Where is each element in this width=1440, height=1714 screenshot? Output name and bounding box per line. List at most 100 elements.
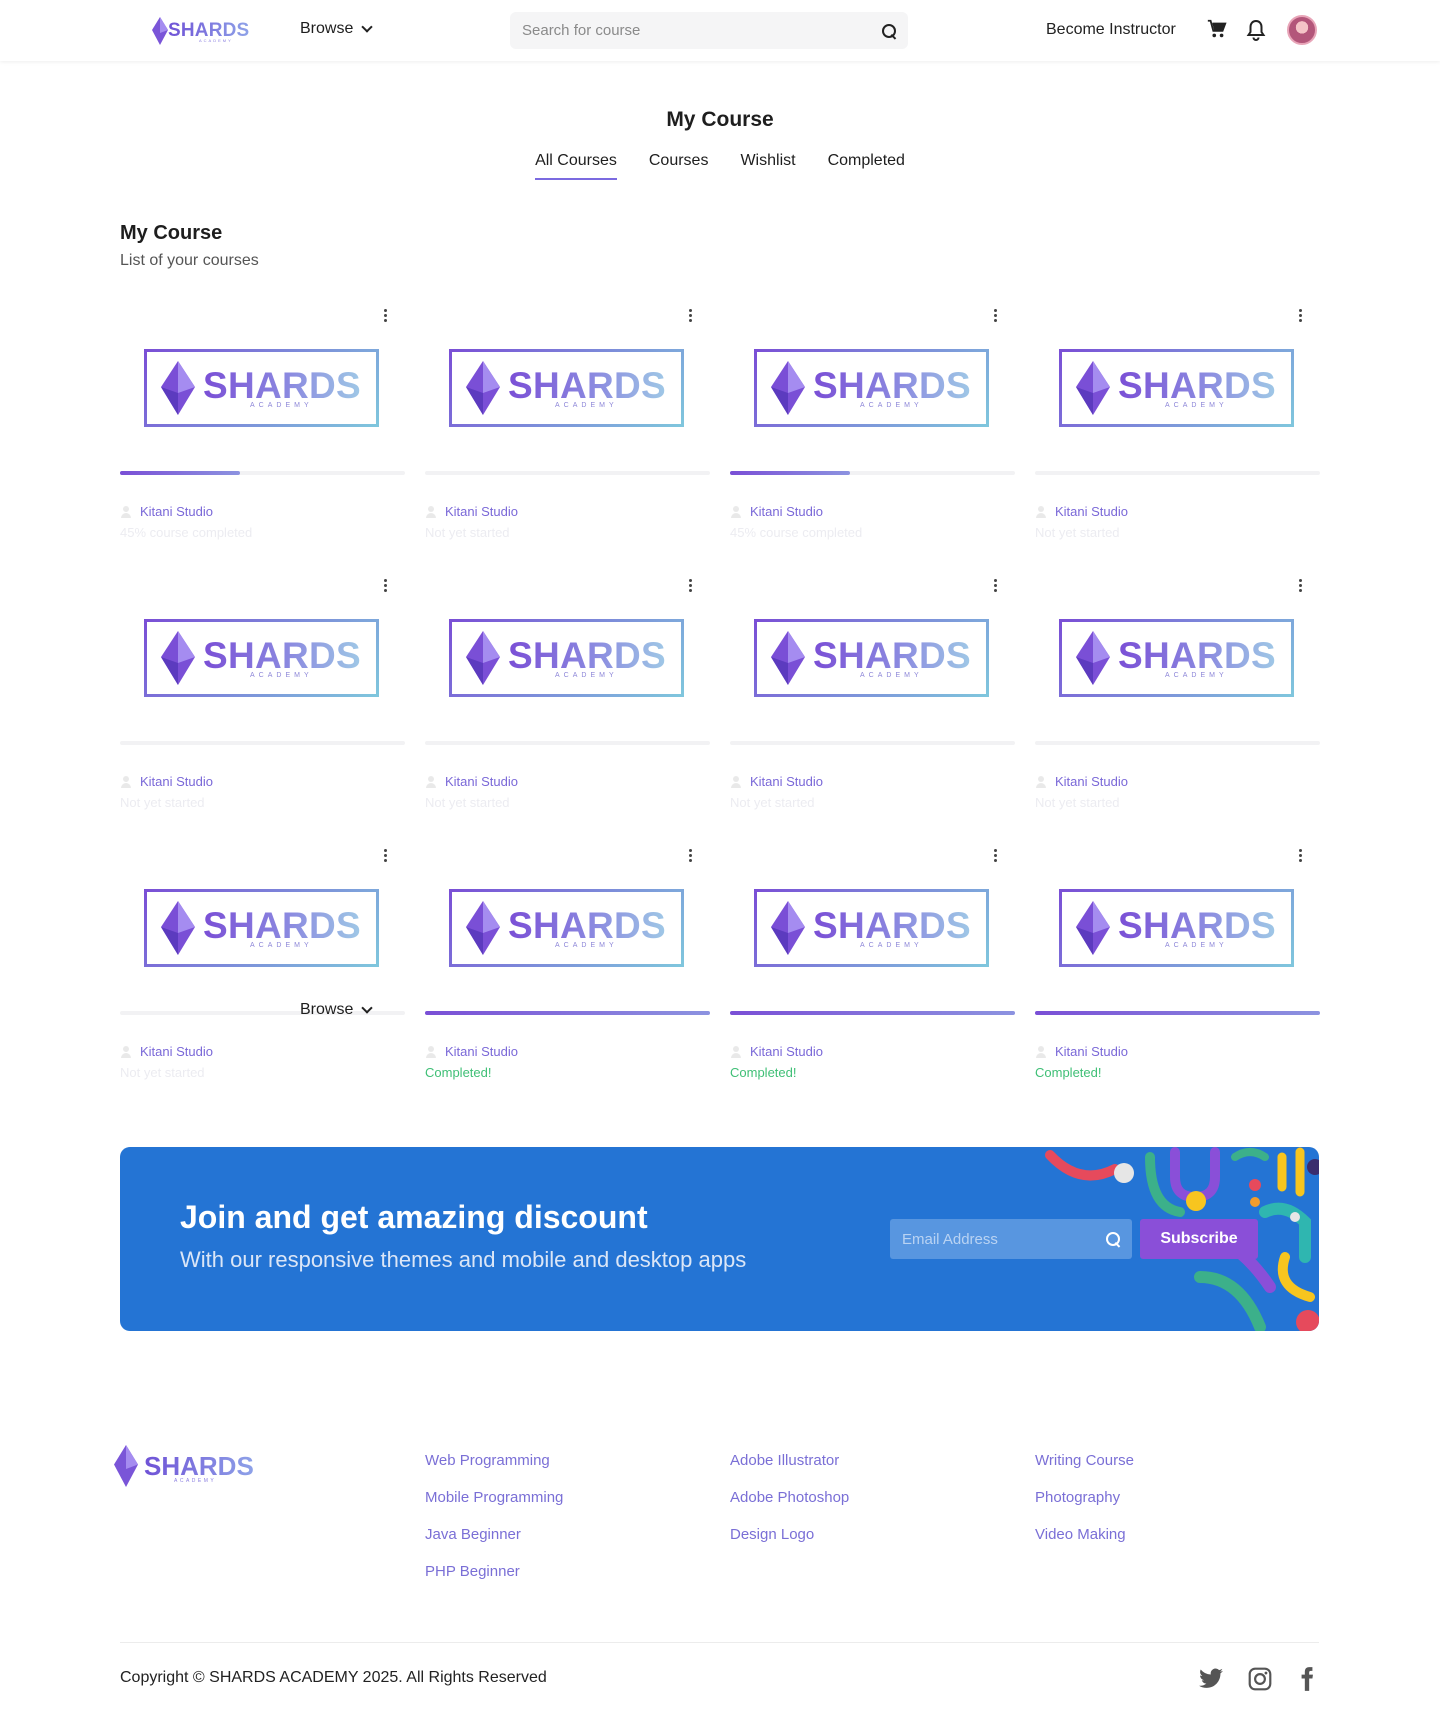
course-author[interactable]: Kitani Studio xyxy=(730,504,823,519)
become-instructor-link[interactable]: Become Instructor xyxy=(1046,21,1176,39)
user-avatar[interactable] xyxy=(1287,15,1317,45)
footer-link[interactable]: Video Making xyxy=(1035,1526,1134,1543)
course-thumbnail[interactable]: SHARDS ACADEMY xyxy=(730,869,1015,1001)
course-author[interactable]: Kitani Studio xyxy=(425,504,518,519)
tab-courses[interactable]: Courses xyxy=(649,152,709,180)
more-options-icon[interactable] xyxy=(688,579,692,593)
course-author[interactable]: Kitani Studio xyxy=(1035,504,1128,519)
instagram-icon[interactable] xyxy=(1247,1666,1273,1692)
more-options-icon[interactable] xyxy=(383,849,387,863)
section-subtitle: List of your courses xyxy=(120,252,259,269)
course-card[interactable]: SHARDS ACADEMY Kitani Studio Not yet sta… xyxy=(1035,579,1320,810)
more-options-icon[interactable] xyxy=(383,309,387,323)
course-thumbnail[interactable]: SHARDS ACADEMY xyxy=(1035,869,1320,1001)
course-status: Not yet started xyxy=(730,795,815,810)
course-author[interactable]: Kitani Studio xyxy=(425,774,518,789)
gem-logo-icon xyxy=(466,631,500,685)
course-thumbnail[interactable]: SHARDS ACADEMY xyxy=(120,869,405,1001)
course-author[interactable]: Kitani Studio xyxy=(1035,1044,1128,1059)
course-thumbnail[interactable]: SHARDS ACADEMY xyxy=(1035,599,1320,731)
course-card[interactable]: SHARDS ACADEMY Kitani Studio Not yet sta… xyxy=(730,579,1015,810)
course-brand-text: SHARDS xyxy=(1118,364,1277,406)
banner-title: Join and get amazing discount xyxy=(180,1199,648,1235)
site-logo[interactable]: SHARDS ACADEMY xyxy=(152,16,249,46)
course-brand-text: SHARDS xyxy=(813,364,972,406)
course-brand-subtext: ACADEMY xyxy=(860,942,923,949)
course-author[interactable]: Kitani Studio xyxy=(1035,774,1128,789)
course-thumbnail[interactable]: SHARDS ACADEMY xyxy=(1035,329,1320,461)
course-author[interactable]: Kitani Studio xyxy=(425,1044,518,1059)
logo-subtext: ACADEMY xyxy=(174,1478,217,1484)
course-card[interactable]: SHARDS ACADEMY Kitani Studio Not yet sta… xyxy=(425,579,710,810)
search-input[interactable] xyxy=(522,22,882,39)
author-name: Kitani Studio xyxy=(140,774,213,789)
footer-column-creative: Writing Course Photography Video Making xyxy=(1035,1452,1134,1563)
more-options-icon[interactable] xyxy=(993,849,997,863)
course-thumbnail[interactable]: SHARDS ACADEMY xyxy=(730,329,1015,461)
course-author[interactable]: Kitani Studio xyxy=(730,1044,823,1059)
email-field[interactable] xyxy=(902,1230,1106,1248)
course-author[interactable]: Kitani Studio xyxy=(120,774,213,789)
course-card[interactable]: SHARDS ACADEMY Kitani Studio Not yet sta… xyxy=(425,309,710,540)
gem-logo-icon xyxy=(161,361,195,415)
course-thumbnail[interactable]: SHARDS ACADEMY xyxy=(120,329,405,461)
tab-completed[interactable]: Completed xyxy=(828,152,905,180)
search-icon[interactable] xyxy=(882,23,896,38)
tab-all-courses[interactable]: All Courses xyxy=(535,152,617,180)
more-options-icon[interactable] xyxy=(993,579,997,593)
footer-link[interactable]: Writing Course xyxy=(1035,1452,1134,1469)
footer-link[interactable]: Adobe Illustrator xyxy=(730,1452,849,1469)
subscribe-button[interactable]: Subscribe xyxy=(1140,1219,1258,1259)
course-thumbnail[interactable]: SHARDS ACADEMY xyxy=(425,869,710,1001)
cart-icon[interactable] xyxy=(1206,18,1228,40)
notification-bell-icon[interactable] xyxy=(1246,19,1266,41)
more-options-icon[interactable] xyxy=(1298,579,1302,593)
footer-link[interactable]: Mobile Programming xyxy=(425,1489,563,1506)
more-options-icon[interactable] xyxy=(688,849,692,863)
more-options-icon[interactable] xyxy=(383,579,387,593)
course-card[interactable]: SHARDS ACADEMY Kitani Studio Not yet sta… xyxy=(120,849,405,1080)
footer-link[interactable]: Java Beginner xyxy=(425,1526,563,1543)
browse-dropdown[interactable]: Browse xyxy=(300,20,374,38)
more-options-icon[interactable] xyxy=(1298,849,1302,863)
course-brand-logo: SHARDS ACADEMY xyxy=(449,619,684,697)
course-author[interactable]: Kitani Studio xyxy=(120,504,213,519)
footer-link[interactable]: PHP Beginner xyxy=(425,1563,563,1580)
more-options-icon[interactable] xyxy=(1298,309,1302,323)
course-thumbnail[interactable]: SHARDS ACADEMY xyxy=(425,599,710,731)
footer-link[interactable]: Design Logo xyxy=(730,1526,849,1543)
progress-fill xyxy=(730,471,850,475)
author-name: Kitani Studio xyxy=(750,1044,823,1059)
course-card[interactable]: SHARDS ACADEMY Kitani Studio Completed! xyxy=(425,849,710,1080)
user-icon xyxy=(425,1045,437,1058)
course-card[interactable]: SHARDS ACADEMY Kitani Studio Completed! xyxy=(730,849,1015,1080)
footer-link[interactable]: Photography xyxy=(1035,1489,1134,1506)
author-name: Kitani Studio xyxy=(750,774,823,789)
more-options-icon[interactable] xyxy=(993,309,997,323)
course-thumbnail[interactable]: SHARDS ACADEMY xyxy=(120,599,405,731)
browse-dropdown-floating[interactable]: Browse xyxy=(300,1001,374,1019)
footer-link[interactable]: Web Programming xyxy=(425,1452,563,1469)
footer-divider xyxy=(120,1642,1319,1643)
footer-logo[interactable]: SHARDS ACADEMY xyxy=(114,1444,254,1488)
top-navbar: SHARDS ACADEMY Browse Become Instructor xyxy=(0,0,1440,61)
course-status: 45% course completed xyxy=(730,525,863,540)
course-author[interactable]: Kitani Studio xyxy=(730,774,823,789)
course-card[interactable]: SHARDS ACADEMY Kitani Studio Completed! xyxy=(1035,849,1320,1080)
facebook-icon[interactable] xyxy=(1294,1666,1320,1692)
course-thumbnail[interactable]: SHARDS ACADEMY xyxy=(425,329,710,461)
author-name: Kitani Studio xyxy=(445,1044,518,1059)
course-thumbnail[interactable]: SHARDS ACADEMY xyxy=(730,599,1015,731)
course-card[interactable]: SHARDS ACADEMY Kitani Studio Not yet sta… xyxy=(1035,309,1320,540)
course-author[interactable]: Kitani Studio xyxy=(120,1044,213,1059)
tab-wishlist[interactable]: Wishlist xyxy=(740,152,795,180)
course-card[interactable]: SHARDS ACADEMY Kitani Studio 45% course … xyxy=(730,309,1015,540)
progress-bar xyxy=(1035,741,1320,745)
course-brand-logo: SHARDS ACADEMY xyxy=(449,889,684,967)
more-options-icon[interactable] xyxy=(688,309,692,323)
course-card[interactable]: SHARDS ACADEMY Kitani Studio 45% course … xyxy=(120,309,405,540)
user-icon xyxy=(425,775,437,788)
twitter-icon[interactable] xyxy=(1198,1666,1224,1692)
course-card[interactable]: SHARDS ACADEMY Kitani Studio Not yet sta… xyxy=(120,579,405,810)
footer-link[interactable]: Adobe Photoshop xyxy=(730,1489,849,1506)
